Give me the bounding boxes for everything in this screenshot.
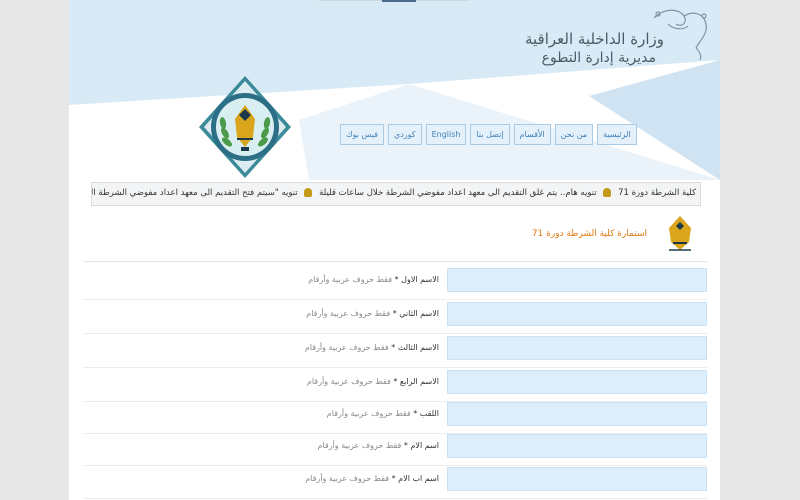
nav-contact[interactable]: إتصل بنا: [470, 124, 510, 145]
form-row: اسم اب الام * فقط حروف عربية وأرقام: [83, 464, 707, 499]
form-row: الاسم الاول * فقط حروف عربية وأرقام: [83, 265, 707, 300]
field-label: اللقب * فقط حروف عربية وأرقام: [327, 409, 439, 418]
site-header: وزارة الداخلية العراقية مديرية إدارة الت…: [69, 0, 720, 180]
third-name-input[interactable]: [447, 336, 707, 360]
label-text: الاسم الرابع: [399, 377, 439, 386]
nav-english[interactable]: English: [425, 124, 467, 145]
nav-home[interactable]: الرئيسية: [597, 124, 637, 145]
required-mark: *: [392, 309, 397, 318]
required-mark: *: [413, 409, 418, 418]
first-name-input[interactable]: [447, 268, 707, 292]
ticker-item[interactable]: تنويه هام.. يتم غلق التقديم الى معهد اعد…: [319, 188, 597, 198]
field-hint: فقط حروف عربية وأرقام: [306, 377, 391, 386]
nav-kurdish[interactable]: كوردي: [387, 124, 422, 145]
emblem-bullet-icon: [304, 188, 313, 197]
required-mark: *: [391, 474, 396, 483]
form-row: الاسم الرابع * فقط حروف عربية وأرقام: [83, 367, 707, 402]
required-mark: *: [393, 377, 398, 386]
nav-about[interactable]: من نحن: [554, 124, 594, 145]
ticker-content: كلية الشرطة دورة 71 تنويه هام.. يتم غلق …: [92, 188, 696, 198]
field-hint: فقط حروف عربية وأرقام: [305, 474, 390, 483]
form-row: اسم الام * فقط حروف عربية وأرقام: [83, 431, 707, 466]
field-hint: فقط حروف عربية وأرقام: [304, 343, 389, 352]
field-hint: فقط حروف عربية وأرقام: [326, 409, 411, 418]
fourth-name-input[interactable]: [447, 370, 707, 394]
ministry-title: وزارة الداخلية العراقية: [524, 30, 664, 48]
header-background: [69, 0, 720, 180]
label-text: الاسم الثاني: [399, 309, 439, 318]
field-label: الاسم الرابع * فقط حروف عربية وأرقام: [307, 377, 439, 386]
field-hint: فقط حروف عربية وأرقام: [308, 275, 393, 284]
field-label: الاسم الاول * فقط حروف عربية وأرقام: [308, 275, 439, 284]
mother-name-input[interactable]: [447, 434, 707, 458]
mother-father-name-input[interactable]: [447, 467, 707, 491]
label-text: اسم الام: [410, 441, 439, 450]
surname-input[interactable]: [447, 402, 707, 426]
page-container: وزارة الداخلية العراقية مديرية إدارة الت…: [69, 0, 720, 500]
required-mark: *: [394, 275, 399, 284]
field-hint: فقط حروف عربية وأرقام: [306, 309, 391, 318]
directorate-title: مديرية إدارة التطوع: [541, 50, 656, 66]
nav-facebook[interactable]: فيس بوك: [340, 124, 384, 145]
ticker-item[interactable]: كلية الشرطة دورة 71: [618, 188, 696, 198]
required-mark: *: [391, 343, 396, 352]
label-text: الاسم الثالث: [397, 343, 439, 352]
form-row: اللقب * فقط حروف عربية وأرقام: [83, 399, 707, 434]
label-text: اللقب: [419, 409, 439, 418]
divider: [83, 261, 707, 262]
form-row: الاسم الثاني * فقط حروف عربية وأرقام: [83, 299, 707, 334]
label-text: اسم اب الام: [398, 474, 439, 483]
news-ticker[interactable]: كلية الشرطة دورة 71 تنويه هام.. يتم غلق …: [91, 182, 701, 206]
label-text: الاسم الاول: [401, 275, 439, 284]
field-label: اسم الام * فقط حروف عربية وأرقام: [317, 441, 439, 450]
field-label: اسم اب الام * فقط حروف عربية وأرقام: [305, 474, 439, 483]
main-nav: الرئيسية من نحن الأقسام إتصل بنا English…: [340, 124, 637, 145]
field-hint: فقط حروف عربية وأرقام: [317, 441, 402, 450]
field-label: الاسم الثاني * فقط حروف عربية وأرقام: [306, 309, 439, 318]
form-row: الاسم الثالث * فقط حروف عربية وأرقام: [83, 333, 707, 368]
form-emblem-icon: [669, 216, 691, 251]
nav-departments[interactable]: الأقسام: [513, 124, 551, 145]
required-mark: *: [403, 441, 408, 450]
top-line-accent: [382, 0, 416, 2]
form-title: استمارة كلية الشرطة دورة 71: [531, 229, 647, 239]
second-name-input[interactable]: [447, 302, 707, 326]
ministry-emblem-icon[interactable]: [197, 75, 293, 179]
field-label: الاسم الثالث * فقط حروف عربية وأرقام: [305, 343, 439, 352]
ticker-item[interactable]: تنويه "سيتم فتح التقديم الى معهد اعداد م…: [92, 188, 298, 198]
emblem-bullet-icon: [603, 188, 612, 197]
